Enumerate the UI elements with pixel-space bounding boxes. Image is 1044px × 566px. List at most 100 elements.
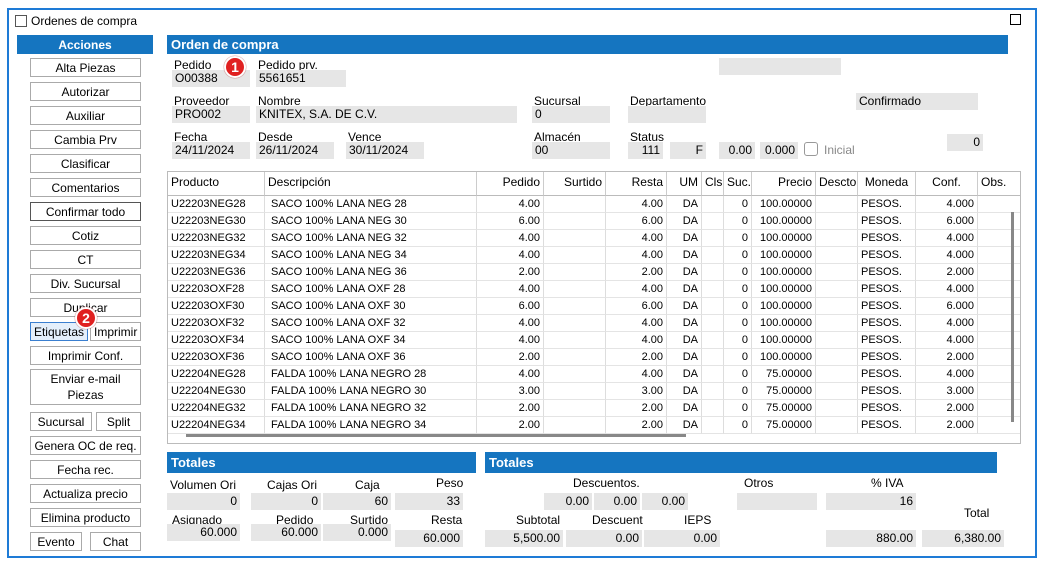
cell-pedido: 4.00 (477, 332, 544, 349)
asignado-field[interactable]: 60.000 (167, 524, 240, 541)
clasificar-button[interactable]: Clasificar (30, 154, 141, 173)
comentarios-button[interactable]: Comentarios (30, 178, 141, 197)
column-header-conf[interactable]: Conf. (916, 172, 978, 196)
autorizar-button[interactable]: Autorizar (30, 82, 141, 101)
column-header-moneda[interactable]: Moneda (858, 172, 916, 196)
imprimir-button[interactable]: Imprimir (90, 322, 141, 341)
table-row[interactable]: U22203NEG28 SACO 100% LANA NEG 28 4.00 4.00… (168, 196, 1020, 213)
pedido-total-field[interactable]: 60.000 (251, 524, 321, 541)
table-row[interactable]: U22203NEG34 SACO 100% LANA NEG 34 4.00 4.00… (168, 247, 1020, 264)
volumen-ori-label: Volumen Ori (170, 478, 237, 492)
table-row[interactable]: U22203NEG30 SACO 100% LANA NEG 30 6.00 6.00… (168, 213, 1020, 230)
descuento3-field[interactable]: 0.00 (642, 493, 688, 510)
volumen-ori-field[interactable]: 0 (167, 493, 240, 510)
extra-field[interactable]: 0 (947, 134, 983, 151)
inicial-checkbox[interactable] (804, 142, 818, 156)
iva-percent-field[interactable]: 16 (826, 493, 916, 510)
cell-conf: 4.000 (916, 366, 978, 383)
window-checkbox[interactable] (15, 15, 27, 27)
pedido-prv-field[interactable]: 5561651 (256, 70, 346, 87)
cell-conf: 6.000 (916, 298, 978, 315)
column-header-precio[interactable]: Precio (752, 172, 816, 196)
imprimir-conf-button[interactable]: Imprimir Conf. (30, 346, 141, 365)
descuento1-field[interactable]: 0.00 (544, 493, 592, 510)
horizontal-scrollbar[interactable] (186, 434, 686, 437)
surtido-total-field[interactable]: 0.000 (323, 524, 391, 541)
almacen-field[interactable]: 00 (532, 142, 610, 159)
cell-descto (816, 315, 858, 332)
auxiliar-button[interactable]: Auxiliar (30, 106, 141, 125)
cell-um: DA (667, 366, 702, 383)
table-row[interactable]: U22204NEG32 FALDA 100% LANA NEGRO 32 2.00 2… (168, 400, 1020, 417)
genera-oc-button[interactable]: Genera OC de req. (30, 436, 141, 455)
sucursal-button[interactable]: Sucursal (30, 412, 92, 431)
div-sucursal-button[interactable]: Div. Sucursal (30, 274, 141, 293)
cell-moneda: PESOS. (858, 366, 916, 383)
status-field[interactable]: 111 (628, 142, 663, 159)
column-header-cls[interactable]: Cls (702, 172, 724, 196)
cell-um: DA (667, 332, 702, 349)
column-header-producto[interactable]: Producto (168, 172, 265, 196)
confirmar-todo-button[interactable]: Confirmar todo (30, 202, 141, 221)
cotiz-button[interactable]: Cotiz (30, 226, 141, 245)
table-row[interactable]: U22203NEG36 SACO 100% LANA NEG 36 2.00 2.00… (168, 264, 1020, 281)
cell-suc: 0 (724, 230, 752, 247)
table-row[interactable]: U22203OXF34 SACO 100% LANA OXF 34 4.00 4.00… (168, 332, 1020, 349)
table-row[interactable]: U22203OXF32 SACO 100% LANA OXF 32 4.00 4.00… (168, 315, 1020, 332)
iva-amount-field[interactable]: 880.00 (826, 530, 916, 547)
column-header-descto[interactable]: Descto (816, 172, 858, 196)
column-header-obs[interactable]: Obs. (978, 172, 1020, 196)
cell-conf: 6.000 (916, 213, 978, 230)
evento-button[interactable]: Evento (30, 532, 82, 551)
table-row[interactable]: U22204NEG28 FALDA 100% LANA NEGRO 28 4.00 4… (168, 366, 1020, 383)
descuento2-field[interactable]: 0.00 (594, 493, 640, 510)
nombre-field[interactable]: KNITEX, S.A. DE C.V. (256, 106, 517, 123)
cell-resta: 2.00 (606, 349, 667, 366)
subtotal-field[interactable]: 5,500.00 (485, 530, 563, 547)
vertical-scrollbar[interactable] (1011, 212, 1014, 422)
ct-button[interactable]: CT (30, 250, 141, 269)
blank-field[interactable] (719, 58, 841, 75)
sucursal-field[interactable]: 0 (532, 106, 610, 123)
value2-field[interactable]: 0.000 (760, 142, 798, 159)
table-row[interactable]: U22204NEG34 FALDA 100% LANA NEGRO 34 2.00 2… (168, 417, 1020, 434)
split-button[interactable]: Split (96, 412, 141, 431)
ieps-field[interactable]: 0.00 (644, 530, 720, 547)
peso-field[interactable]: 33 (395, 493, 463, 510)
peso-label: Peso (436, 476, 464, 490)
caja-field[interactable]: 60 (323, 493, 391, 510)
departamento-field[interactable] (628, 106, 706, 123)
descuent-field[interactable]: 0.00 (566, 530, 642, 547)
column-header-um[interactable]: UM (667, 172, 702, 196)
table-row[interactable]: U22204NEG30 FALDA 100% LANA NEGRO 30 3.00 3… (168, 383, 1020, 400)
desde-field[interactable]: 26/11/2024 (256, 142, 334, 159)
column-header-pedido[interactable]: Pedido (477, 172, 544, 196)
vence-field[interactable]: 30/11/2024 (346, 142, 424, 159)
total-field[interactable]: 6,380.00 (922, 530, 1004, 547)
chat-button[interactable]: Chat (90, 532, 141, 551)
column-header-surtido[interactable]: Surtido (544, 172, 606, 196)
proveedor-field[interactable]: PRO002 (172, 106, 250, 123)
table-row[interactable]: U22203OXF30 SACO 100% LANA OXF 30 6.00 6.00… (168, 298, 1020, 315)
elimina-producto-button[interactable]: Elimina producto (30, 508, 141, 527)
cambia-prv-button[interactable]: Cambia Prv (30, 130, 141, 149)
column-header-suc[interactable]: Suc. (724, 172, 752, 196)
otros-field[interactable] (737, 493, 817, 510)
cajas-ori-field[interactable]: 0 (251, 493, 321, 510)
actualiza-precio-button[interactable]: Actualiza precio (30, 484, 141, 503)
table-row[interactable]: U22203OXF28 SACO 100% LANA OXF 28 4.00 4.00… (168, 281, 1020, 298)
column-header-resta[interactable]: Resta (606, 172, 667, 196)
fecha-rec-button[interactable]: Fecha rec. (30, 460, 141, 479)
alta-piezas-button[interactable]: Alta Piezas (30, 58, 141, 77)
table-row[interactable]: U22203OXF36 SACO 100% LANA OXF 36 2.00 2.00… (168, 349, 1020, 366)
value1-field[interactable]: 0.00 (719, 142, 755, 159)
fecha-field[interactable]: 24/11/2024 (172, 142, 250, 159)
cell-pedido: 4.00 (477, 366, 544, 383)
cell-resta: 6.00 (606, 298, 667, 315)
maximize-icon[interactable] (1010, 14, 1021, 25)
table-row[interactable]: U22203NEG32 SACO 100% LANA NEG 32 4.00 4.00… (168, 230, 1020, 247)
resta-total-field[interactable]: 60.000 (395, 530, 463, 547)
status-f-field[interactable]: F (670, 142, 706, 159)
column-header-descripcion[interactable]: Descripción (265, 172, 477, 196)
enviar-email-piezas-button[interactable]: Enviar e-mail Piezas (30, 369, 141, 405)
